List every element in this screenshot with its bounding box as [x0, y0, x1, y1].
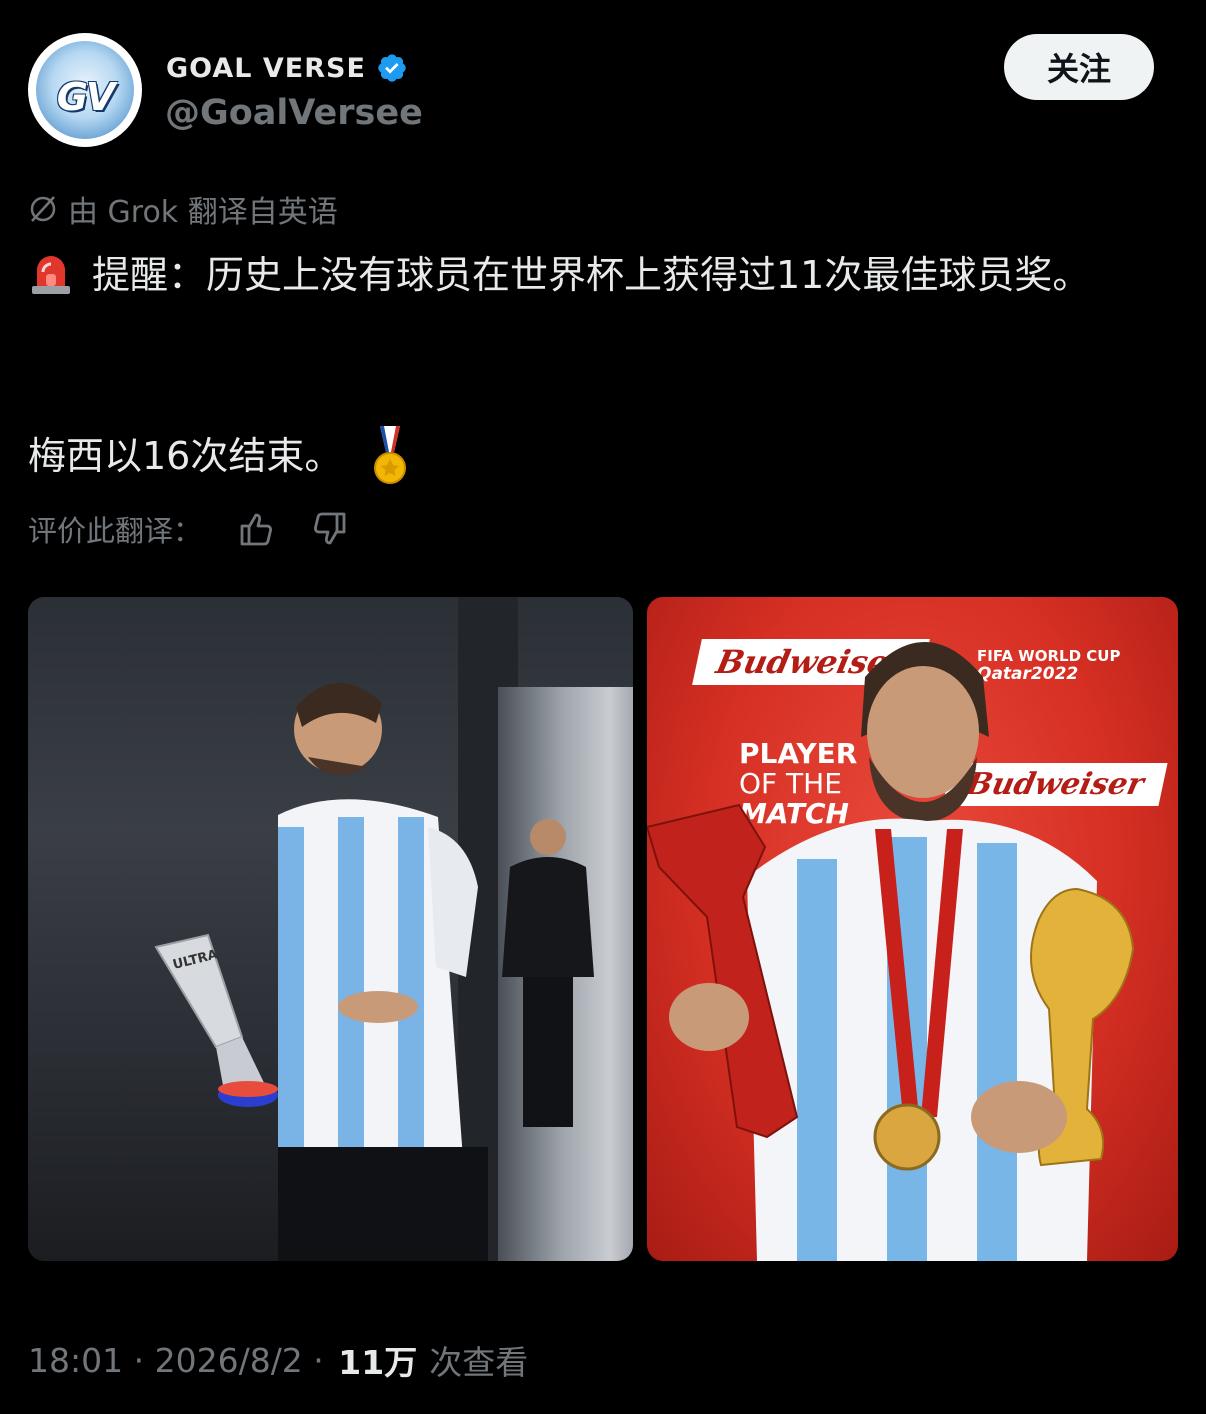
rate-translation-label: 评价此翻译：: [28, 514, 203, 548]
trophy-left: ULTRA: [154, 933, 278, 1107]
verified-badge-icon: [378, 54, 406, 82]
view-count-label: 次查看: [429, 1343, 529, 1382]
tweet-line1: 提醒：历史上没有球员在世界杯上获得过11次最佳球员奖。: [92, 253, 1091, 297]
avatar[interactable]: GV: [28, 33, 142, 147]
follow-button[interactable]: 关注: [1004, 34, 1154, 100]
avatar-logo-bg: GV: [36, 41, 134, 139]
view-count: 11万: [338, 1343, 418, 1382]
translation-notice-text: 由 Grok 翻译自英语: [68, 195, 338, 230]
tweet-line2-row: 梅西以16次结束。: [28, 425, 410, 487]
display-name-text: GOAL VERSE: [166, 52, 366, 84]
media-photo-left[interactable]: ULTRA: [28, 597, 633, 1261]
tweet-line2: 梅西以16次结束。: [28, 434, 343, 478]
siren-emoji-icon: [32, 256, 70, 294]
grok-icon: [30, 196, 56, 222]
display-name[interactable]: GOAL VERSE: [166, 52, 408, 84]
rate-translation: 评价此翻译：: [28, 508, 350, 550]
meta-dot-2: ·: [302, 1340, 335, 1380]
avatar-logo: GV: [56, 75, 116, 119]
tweet-date[interactable]: 2026/8/2: [155, 1341, 303, 1380]
thumbs-up-icon[interactable]: [236, 509, 276, 549]
tweet-text: 提醒：历史上没有球员在世界杯上获得过11次最佳球员奖。: [28, 244, 1188, 306]
meta-dot-1: ·: [123, 1340, 155, 1380]
player-left-figure: [278, 682, 488, 1261]
media-photo-right[interactable]: Budweiser FIFA WORLD CUP Qatar2022 PLAYE…: [647, 597, 1178, 1261]
translation-notice: 由 Grok 翻译自英语: [28, 187, 338, 231]
tweet-time[interactable]: 18:01: [28, 1341, 123, 1380]
tweet-meta: 18:01 · 2026/8/2 · 11万 次查看: [28, 1336, 528, 1384]
thumbs-down-icon[interactable]: [310, 509, 350, 549]
medal-emoji-icon: [374, 426, 407, 484]
player-right-figure: [647, 642, 1135, 1261]
account-handle[interactable]: @GoalVersee: [165, 93, 423, 133]
